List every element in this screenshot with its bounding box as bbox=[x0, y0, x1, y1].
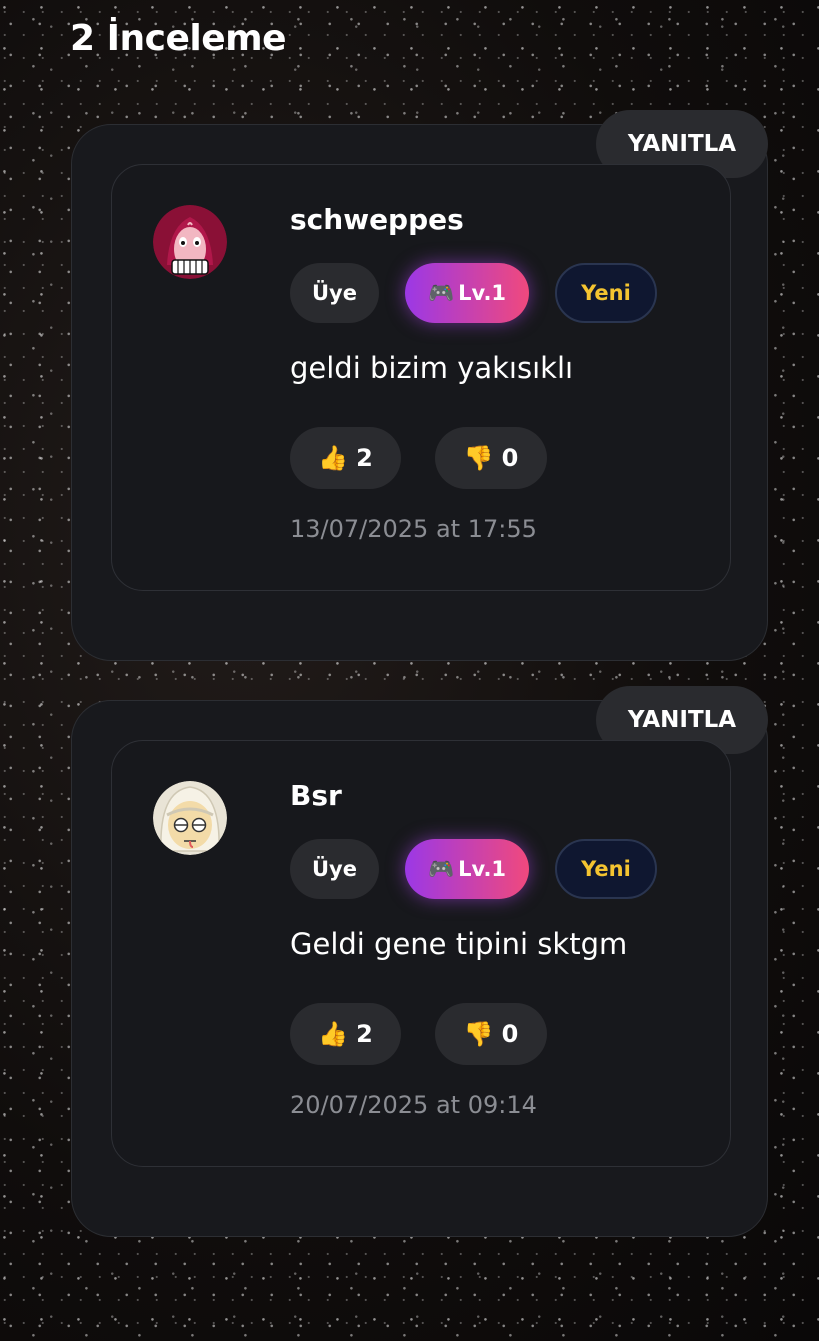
thumbs-down-icon: 👎 bbox=[463, 444, 494, 472]
red-monster-avatar-icon bbox=[153, 205, 227, 279]
vote-buttons: 👍 2 👎 0 bbox=[290, 1003, 547, 1065]
new-badge: Yeni bbox=[555, 263, 657, 323]
gamepad-icon: 🎮 bbox=[427, 280, 455, 305]
member-badge: Üye bbox=[290, 263, 379, 323]
dislike-button[interactable]: 👎 0 bbox=[435, 1003, 547, 1065]
comment-text: Geldi gene tipini sktgm bbox=[290, 927, 628, 961]
dislike-button[interactable]: 👎 0 bbox=[435, 427, 547, 489]
user-avatar[interactable] bbox=[153, 781, 227, 855]
level-badge: 🎮 Lv.1 bbox=[405, 263, 529, 323]
gamepad-icon: 🎮 bbox=[427, 856, 455, 881]
thumbs-up-icon: 👍 bbox=[318, 1020, 349, 1048]
like-button[interactable]: 👍 2 bbox=[290, 1003, 401, 1065]
review-content: schweppes Üye 🎮 Lv.1 Yeni geldi bizim ya… bbox=[111, 164, 731, 591]
user-badges: Üye 🎮 Lv.1 Yeni bbox=[290, 839, 657, 899]
hooded-face-avatar-icon bbox=[153, 781, 227, 855]
review-card: YANITLA schweppes Üye 🎮 Lv.1 Yeni geldi … bbox=[71, 110, 768, 661]
dislike-count: 0 bbox=[501, 444, 519, 472]
thumbs-up-icon: 👍 bbox=[318, 444, 349, 472]
like-button[interactable]: 👍 2 bbox=[290, 427, 401, 489]
username[interactable]: schweppes bbox=[290, 203, 464, 236]
user-badges: Üye 🎮 Lv.1 Yeni bbox=[290, 263, 657, 323]
reviews-count-heading: 2 İnceleme bbox=[70, 18, 287, 59]
review-date: 13/07/2025 at 17:55 bbox=[290, 515, 537, 543]
review-content: Bsr Üye 🎮 Lv.1 Yeni Geldi gene tipini sk… bbox=[111, 740, 731, 1167]
level-label: Lv.1 bbox=[458, 857, 507, 881]
thumbs-down-icon: 👎 bbox=[463, 1020, 494, 1048]
level-label: Lv.1 bbox=[458, 281, 507, 305]
level-badge: 🎮 Lv.1 bbox=[405, 839, 529, 899]
vote-buttons: 👍 2 👎 0 bbox=[290, 427, 547, 489]
like-count: 2 bbox=[356, 444, 373, 472]
comment-text: geldi bizim yakısıklı bbox=[290, 351, 574, 385]
member-badge: Üye bbox=[290, 839, 379, 899]
review-date: 20/07/2025 at 09:14 bbox=[290, 1091, 537, 1119]
username[interactable]: Bsr bbox=[290, 779, 342, 812]
review-card: YANITLA Bsr Üye 🎮 Lv.1 Yeni Geldi gene t… bbox=[71, 686, 768, 1237]
new-badge: Yeni bbox=[555, 839, 657, 899]
like-count: 2 bbox=[356, 1020, 373, 1048]
dislike-count: 0 bbox=[501, 1020, 519, 1048]
user-avatar[interactable] bbox=[153, 205, 227, 279]
